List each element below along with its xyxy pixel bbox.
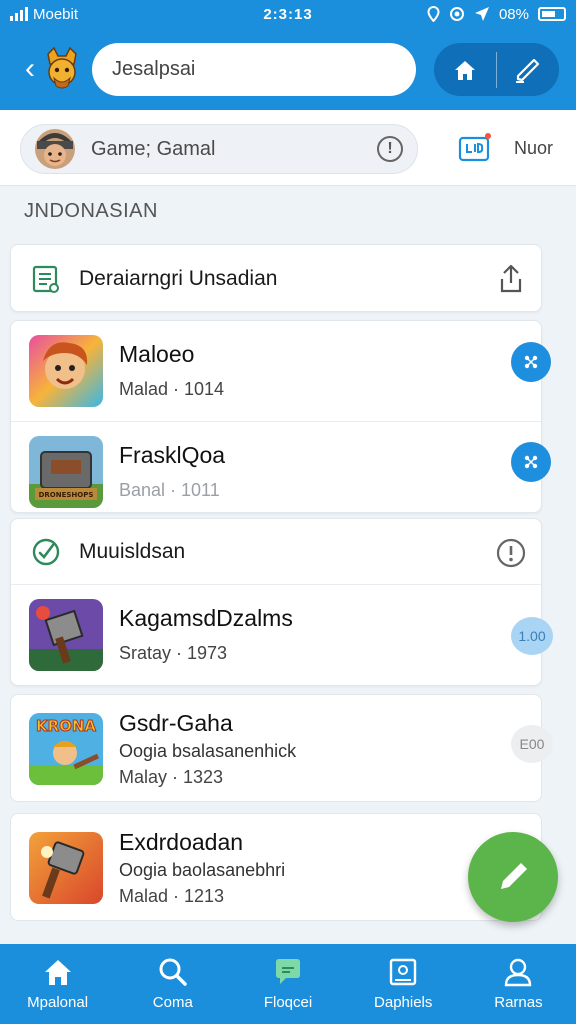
home-button[interactable] xyxy=(434,43,496,96)
game-thumbnail xyxy=(29,599,103,671)
header-action-group xyxy=(434,43,559,96)
battery-icon xyxy=(538,7,566,21)
search-input[interactable]: Jesalpsai xyxy=(92,43,416,96)
list-item[interactable]: Exdrdoadan Oogia baolasanebhri Malad · 1… xyxy=(10,813,542,921)
item-name: Exdrdoadan xyxy=(119,829,244,855)
signal-group: Moebit xyxy=(10,6,78,23)
info-icon[interactable] xyxy=(495,537,527,569)
location-pin-icon xyxy=(427,6,440,22)
app-logo[interactable] xyxy=(44,46,80,92)
chip-label: Game; Gamal xyxy=(91,137,216,160)
list-item[interactable]: Maloeo Malad · 1014 xyxy=(11,321,551,421)
item-badge[interactable]: E00 xyxy=(511,725,553,763)
nav-label: Mpalonal xyxy=(27,994,89,1011)
list-item[interactable]: KRONA Gsdr-Gaha Oogia bsalasanenhick Mal… xyxy=(10,694,553,802)
battery-percent: 08% xyxy=(498,5,529,23)
search-icon xyxy=(159,958,187,986)
list-item[interactable]: DRONESHOPS FrasklQoa Banal · 1011 xyxy=(11,421,551,521)
card-header: Muuisldsan xyxy=(11,519,541,584)
signal-icon xyxy=(10,7,28,21)
game-thumbnail xyxy=(29,335,103,407)
compose-fab[interactable] xyxy=(468,832,558,922)
item-name: Gsdr-Gaha xyxy=(119,710,233,736)
navigation-arrow-icon xyxy=(474,7,489,21)
nav-label: Rarnas xyxy=(494,994,543,1011)
chat-icon xyxy=(276,959,300,984)
item-meta: Banal · 1011 xyxy=(119,480,220,500)
item-meta: Malad · 1213 xyxy=(119,886,225,906)
item-action-button[interactable] xyxy=(511,442,551,482)
chevron-left-icon[interactable]: ‹ xyxy=(14,52,46,86)
item-name: Maloeo xyxy=(119,341,195,367)
document-icon xyxy=(32,265,59,293)
item-name: FrasklQoa xyxy=(119,442,226,468)
profile-icon xyxy=(505,958,532,987)
home-icon xyxy=(44,960,71,985)
pen-icon xyxy=(516,58,540,83)
nav-item-search[interactable]: Coma xyxy=(115,944,230,1024)
svg-text:KRONA: KRONA xyxy=(36,717,96,735)
popular-card: Muuisldsan Kagamsdǲalms Sratay · 1973 1.… xyxy=(10,518,553,686)
nav-item-home[interactable]: Mpalonal xyxy=(0,944,115,1024)
pencil-icon xyxy=(501,863,527,889)
avatar xyxy=(35,129,75,169)
image-icon xyxy=(390,958,417,986)
item-meta: Malay · 1323 xyxy=(119,767,224,787)
share-icon[interactable] xyxy=(495,263,527,295)
game-thumbnail: DRONESHOPS xyxy=(29,436,103,508)
section-label: JNDONASIAN xyxy=(24,200,158,222)
svg-text:DRONESHOPS: DRONESHOPS xyxy=(39,491,94,499)
status-bar: Moebit 2:3:13 08% xyxy=(0,0,576,28)
featured-list-card: Maloeo Malad · 1014 DRONESHOPS FrasklQoa… xyxy=(10,320,551,513)
app-header: ‹ Jesalpsai xyxy=(0,28,576,110)
card-title: Muuisldsan xyxy=(79,539,186,563)
check-circle-icon xyxy=(32,538,60,565)
nav-label: Daphiels xyxy=(374,994,433,1011)
game-thumbnail: KRONA xyxy=(29,713,103,785)
item-badge[interactable]: 1.00 xyxy=(511,617,553,655)
nav-label: Floqcei xyxy=(263,994,313,1011)
item-action-button[interactable] xyxy=(511,342,551,382)
item-description: Oogia baolasanebhri xyxy=(119,860,286,880)
nav-label: Coma xyxy=(152,994,193,1011)
bottom-navigation: Mpalonal Coma Floqcei Daphiels Rarnas xyxy=(0,944,576,1024)
scan-icon[interactable] xyxy=(458,132,492,162)
connect-icon xyxy=(524,355,538,369)
item-description: Oogia bsalasanenhick xyxy=(119,741,297,761)
featured-header-card: Deraiarngri Unsadian xyxy=(10,244,542,312)
edit-button[interactable] xyxy=(497,43,559,96)
game-thumbnail xyxy=(29,832,103,904)
more-link[interactable]: Nuor xyxy=(514,138,553,159)
card-header: Deraiarngri Unsadian xyxy=(11,245,541,313)
home-icon xyxy=(455,60,475,80)
connect-icon xyxy=(524,455,538,469)
info-icon[interactable]: ! xyxy=(377,136,403,162)
card-title: Deraiarngri Unsadian xyxy=(79,267,278,290)
nav-item-gallery[interactable]: Daphiels xyxy=(346,944,461,1024)
item-meta: Malad · 1014 xyxy=(119,379,225,399)
list-item[interactable]: Kagamsdǲalms Sratay · 1973 1.00 xyxy=(11,584,553,686)
target-icon xyxy=(449,7,464,21)
nav-item-profile[interactable]: Rarnas xyxy=(461,944,576,1024)
status-indicators: 08% xyxy=(427,6,566,23)
item-meta: Sratay · 1973 xyxy=(119,643,228,663)
item-name: Kagamsdǲalms xyxy=(119,605,293,631)
filter-bar: Game; Gamal ! Nuor xyxy=(0,110,576,186)
search-value: Jesalpsai xyxy=(112,58,196,80)
nav-item-chat[interactable]: Floqcei xyxy=(230,944,345,1024)
carrier-name: Moebit xyxy=(33,5,79,23)
game-filter-chip[interactable]: Game; Gamal ! xyxy=(20,124,418,174)
